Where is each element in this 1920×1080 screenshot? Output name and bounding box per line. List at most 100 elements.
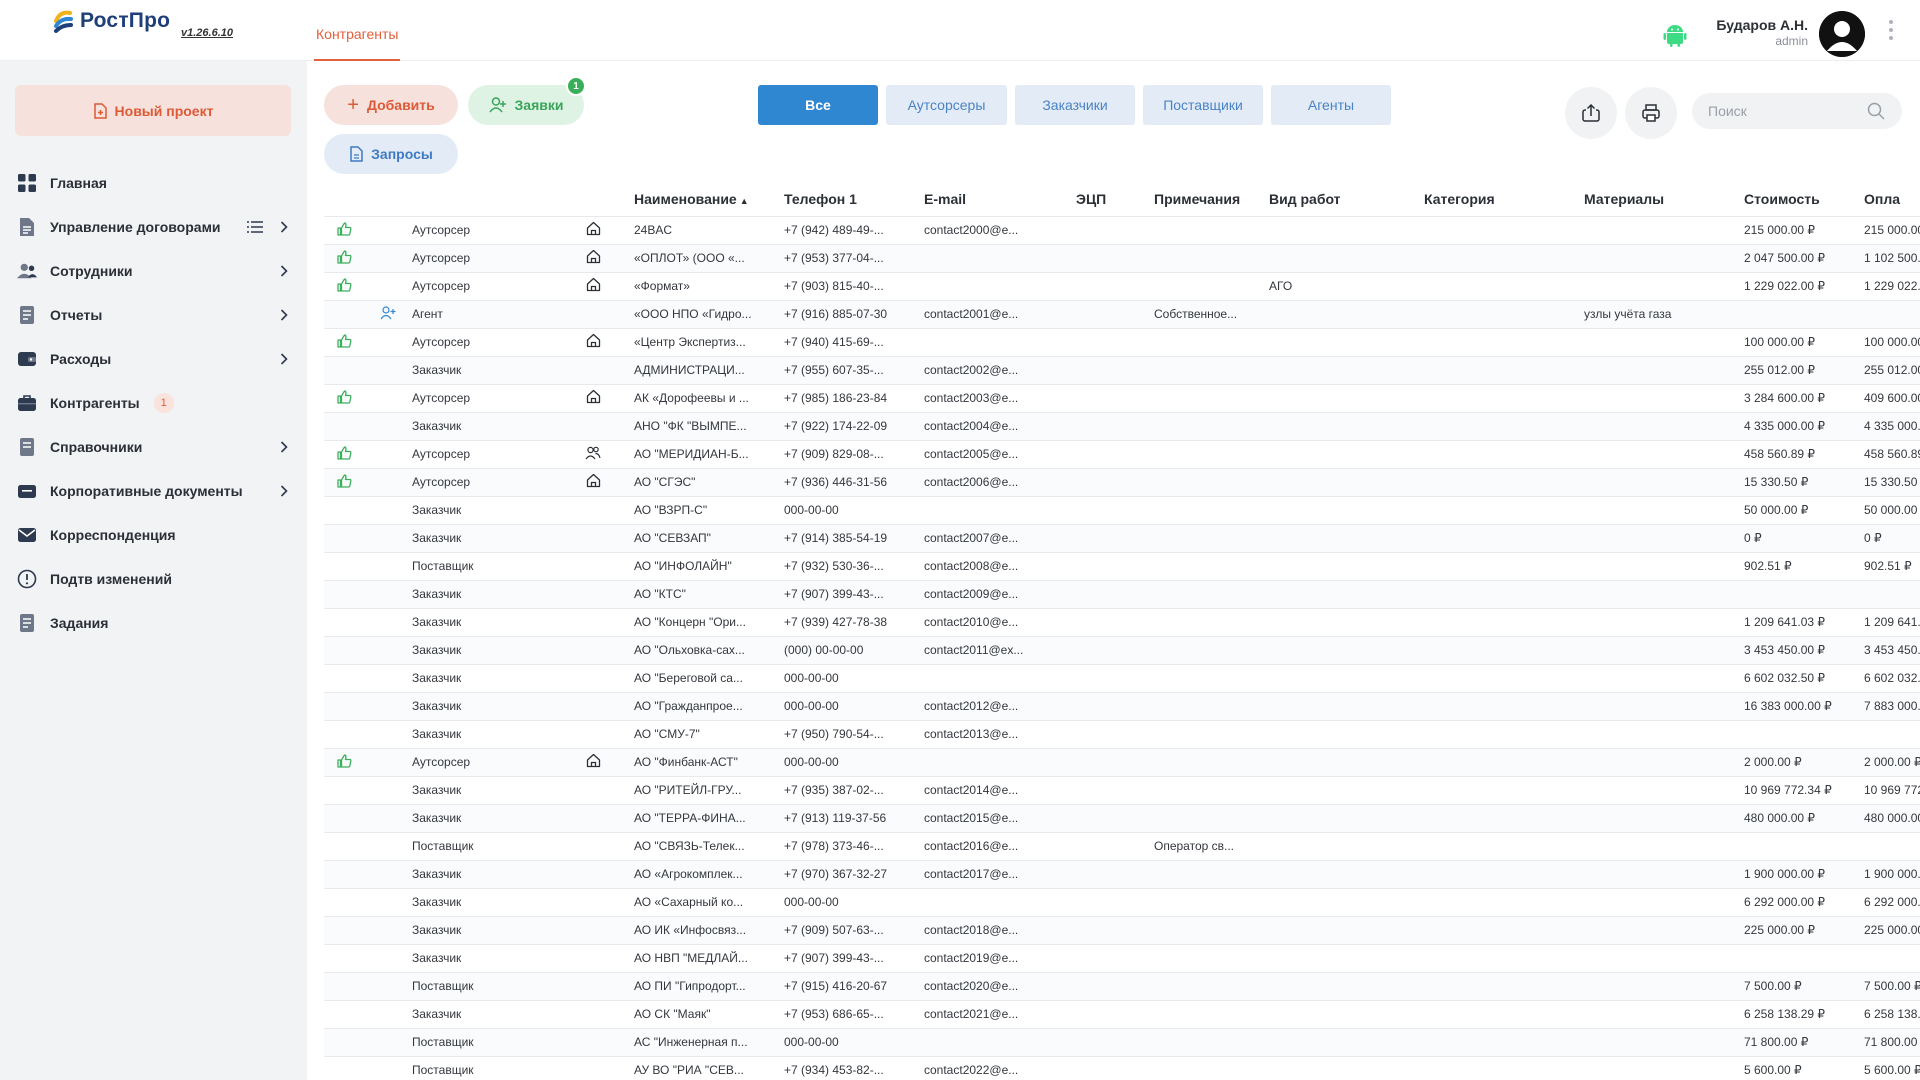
table-row[interactable]: Заказчик АО "КТС" +7 (907) 399-43-... conta… [324,580,1920,609]
table-row[interactable]: Аутсорсер 24BAC +7 (942) 489-49-... contact… [324,215,1920,245]
cell-cat [1424,804,1584,833]
table-row[interactable]: Заказчик АО "Ольховка-сах... (000) 00-00-0… [324,636,1920,665]
thumbs-up-icon[interactable] [324,272,364,301]
table-row[interactable]: Аутсорсер АО "Финбанк-АСТ" 000-00-00 2 000.… [324,748,1920,777]
cell-cost: 71 800.00 ₽ [1744,1028,1864,1057]
table-row[interactable]: Поставщик АС "Инженерная п... 000-00-00 71 … [324,1028,1920,1057]
column-header-materials[interactable]: Материалы [1584,182,1744,216]
thumbs-up-icon[interactable] [324,440,364,469]
filter-customers[interactable]: Заказчики [1015,85,1135,125]
sidebar-item-reports[interactable]: Отчеты [0,293,307,337]
table-row[interactable]: Поставщик АО "СВЯЗЬ-Телек... +7 (978) 373-… [324,832,1920,861]
cell-paid: 7 883 000.00 ₽ [1864,692,1920,721]
sidebar-item-contracts[interactable]: Управление договорами [0,205,307,249]
sort-asc-icon: ▲ [739,195,749,206]
android-icon[interactable] [1662,22,1688,53]
sidebar-item-employees[interactable]: Сотрудники [0,249,307,293]
cell-cat [1424,888,1584,917]
table-row[interactable]: Заказчик АО "СЕВЗАП" +7 (914) 385-54-19 con… [324,524,1920,553]
filter-suppliers[interactable]: Поставщики [1143,85,1263,125]
cell-phone: +7 (935) 387-02-... [784,776,924,805]
table-row[interactable]: Аутсорсер АО "СГЭС" +7 (936) 446-31-56 cont… [324,468,1920,497]
avatar[interactable] [1819,11,1865,57]
cell-notes [1154,804,1269,833]
sidebar-item-corporate-docs[interactable]: Корпоративные документы [0,469,307,513]
list-icon[interactable] [247,220,263,237]
thumbs-up-icon[interactable] [324,215,364,245]
column-header-notes[interactable]: Примечания [1154,182,1269,216]
table-row[interactable]: Заказчик АО "ВЗРП-С" 000-00-00 50 000.00 ₽5… [324,496,1920,525]
table-row[interactable]: Аутсорсер «Центр Экспертиз... +7 (940) 415… [324,328,1920,357]
sidebar-item-counterparties[interactable]: Контрагенты 1 [0,381,307,425]
table-row[interactable]: Заказчик АО "Концерн "Ори... +7 (939) 427-… [324,608,1920,637]
sidebar-item-correspondence[interactable]: Корреспонденция [0,513,307,557]
cell-type: Аутсорсер [412,244,552,273]
search-input[interactable] [1708,103,1858,119]
sidebar-item-approvals[interactable]: Подтв изменений [0,557,307,601]
sidebar-item-home[interactable]: Главная [0,161,307,205]
cell-cost: 480 000.00 ₽ [1744,804,1864,833]
column-header-work-type[interactable]: Вид работ [1269,182,1424,216]
column-header-email[interactable]: E-mail [924,182,1076,216]
table-row[interactable]: Заказчик АО "Гражданпрое... 000-00-00 conta… [324,692,1920,721]
table-row[interactable]: Поставщик АО "ИНФОЛАЙН" +7 (932) 530-36-..… [324,552,1920,581]
cell-phone: +7 (916) 885-07-30 [784,300,924,329]
tab-counterparties[interactable]: Контрагенты [314,0,401,61]
column-header-ecp[interactable]: ЭЦП [1076,182,1154,216]
table-row[interactable]: Заказчик АО "ТЕРРА-ФИНА... +7 (913) 119-37… [324,804,1920,833]
more-menu-icon[interactable] [1888,20,1894,44]
column-header-category[interactable]: Категория [1424,182,1584,216]
filter-agents[interactable]: Агенты [1271,85,1391,125]
cell-work [1269,664,1424,693]
sidebar-item-references[interactable]: Справочники [0,425,307,469]
cell-cat [1424,1056,1584,1080]
export-button[interactable] [1565,87,1617,139]
cell-cost [1744,720,1864,749]
thumbs-up-icon[interactable] [324,748,364,777]
cell-mat [1584,916,1744,945]
print-button[interactable] [1625,87,1677,139]
table-row[interactable]: Аутсорсер АО "МЕРИДИАН-Б... +7 (909) 829-0… [324,440,1920,469]
cell-notes: Собственное... [1154,300,1269,329]
cell-type: Заказчик [412,720,552,749]
table-row[interactable]: Агент «ООО НПО «Гидро... +7 (916) 885-07-3… [324,300,1920,329]
logo[interactable]: РостПро [52,7,170,35]
thumbs-up-icon[interactable] [324,384,364,413]
table-row[interactable]: Заказчик АО «Сахарный ко... 000-00-00 6 292… [324,888,1920,917]
column-header-phone[interactable]: Телефон 1 [784,182,924,216]
filter-all[interactable]: Все [758,85,878,125]
sidebar-item-tasks[interactable]: Задания [0,601,307,645]
user-info[interactable]: Бударов А.Н. admin [1700,17,1808,48]
filter-outsourcers[interactable]: Аутсорсеры [886,85,1007,125]
table-row[interactable]: Заказчик АО «Агрокомплек... +7 (970) 367-3… [324,860,1920,889]
table-row[interactable]: Аутсорсер «ОПЛОТ» (ООО «... +7 (953) 377-0… [324,244,1920,273]
table-row[interactable]: Заказчик АО "Береговой са... 000-00-00 6 60… [324,664,1920,693]
add-button[interactable]: + Добавить [324,85,458,125]
table-row[interactable]: Заказчик АНО "ФК "ВЫМПЕ... +7 (922) 174-22… [324,412,1920,441]
cell-phone: +7 (909) 829-08-... [784,440,924,469]
user-role: admin [1775,34,1808,48]
table-row[interactable]: Аутсорсер АК «Дорофеевы и ... +7 (985) 186… [324,384,1920,413]
cell-cost: 902.51 ₽ [1744,552,1864,581]
cell-email: contact2019@e... [924,944,1076,973]
thumbs-up-icon[interactable] [324,328,364,357]
table-row[interactable]: Заказчик АО ИК «Инфосвяз... +7 (909) 507-6… [324,916,1920,945]
search-icon[interactable] [1867,102,1885,125]
new-project-button[interactable]: Новый проект [15,85,291,136]
table-row[interactable]: Заказчик АО "РИТЕЙЛ-ГРУ... +7 (935) 387-02… [324,776,1920,805]
table-row[interactable]: Заказчик АО СК "Маяк" +7 (953) 686-65-... c… [324,1000,1920,1029]
sidebar-item-expenses[interactable]: Расходы [0,337,307,381]
column-header-cost[interactable]: Стоимость [1744,182,1864,216]
queries-button[interactable]: Запросы [324,134,458,174]
table-row[interactable]: Заказчик АО НВП "МЕДЛАЙ... +7 (907) 399-43… [324,944,1920,973]
cell-work [1269,1028,1424,1057]
thumbs-up-icon[interactable] [324,468,364,497]
table-row[interactable]: Заказчик АДМИНИСТРАЦИ... +7 (955) 607-35-.… [324,356,1920,385]
column-header-paid[interactable]: Опла [1864,182,1920,216]
column-header-name[interactable]: Наименование ▲ [634,182,784,216]
table-row[interactable]: Поставщик АУ ВО "РИА "СЕВ... +7 (934) 453-… [324,1056,1920,1080]
table-row[interactable]: Аутсорсер «Формат» +7 (903) 815-40-... АГО 1… [324,272,1920,301]
thumbs-up-icon[interactable] [324,244,364,273]
table-row[interactable]: Заказчик АО "СМУ-7" +7 (950) 790-54-... con… [324,720,1920,749]
table-row[interactable]: Поставщик АО ПИ "Гипродорт... +7 (915) 416… [324,972,1920,1001]
